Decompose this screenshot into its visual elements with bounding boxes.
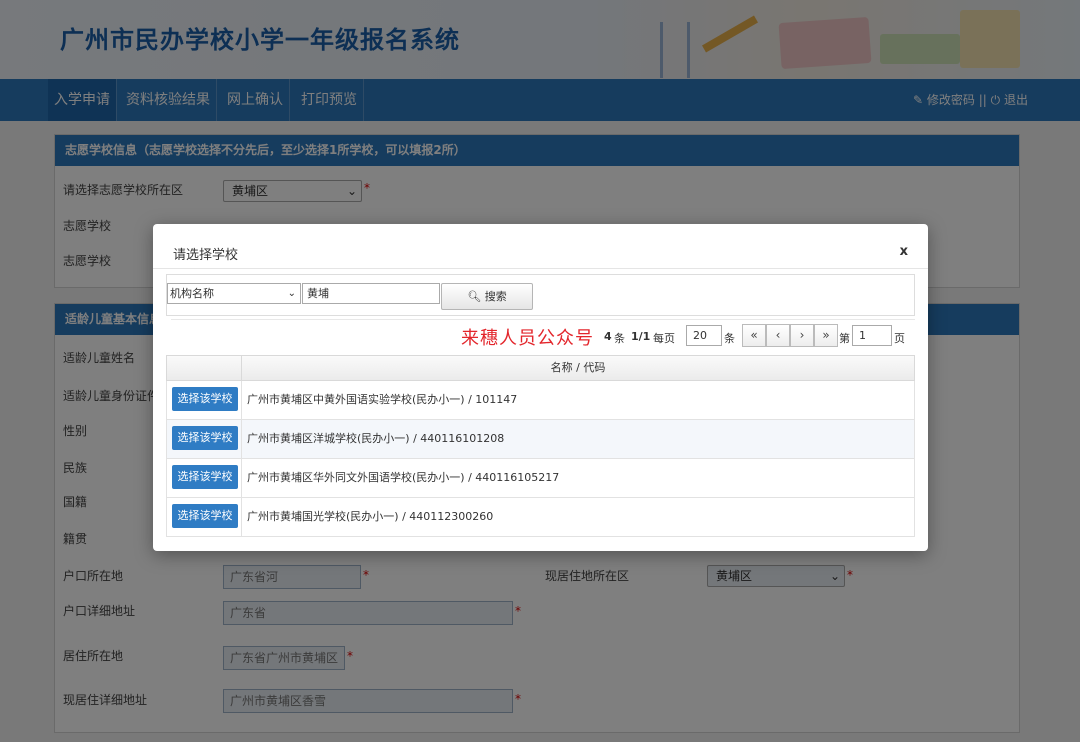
table-header-action: [167, 356, 242, 380]
school-name-code: 广州市黄埔区洋城学校(民办小一) / 440116101208: [247, 432, 505, 445]
chevron-left-icon: ‹: [775, 328, 781, 342]
page-indicator: 1/1: [631, 330, 651, 343]
table-row: 选择该学校 广州市黄埔区洋城学校(民办小一) / 440116101208: [166, 420, 915, 459]
total-count: 4: [604, 330, 612, 343]
search-field-value: 机构名称: [170, 287, 214, 300]
table-row: 选择该学校 广州市黄埔国光学校(民办小一) / 440112300260: [166, 498, 915, 537]
table-cell-action: 选择该学校: [167, 420, 242, 458]
table-header-name-code: 名称 / 代码: [550, 361, 606, 374]
search-keyword-input[interactable]: 黄埔: [302, 283, 440, 304]
search-field-select[interactable]: 机构名称 ⌄: [167, 283, 301, 304]
table-row: 选择该学校 广州市黄埔区华外同文外国语学校(民办小一) / 4401161052…: [166, 459, 915, 498]
pagination-bar: 来穗人员公众号 4 条 1/1 每页 20 条 « ‹ › » 第 1 页: [171, 319, 915, 350]
select-school-button[interactable]: 选择该学校: [172, 504, 238, 528]
dialog-title: 请选择学校: [173, 248, 239, 263]
double-chevron-right-icon: »: [822, 328, 830, 342]
total-unit: 条: [614, 332, 625, 345]
per-page-input[interactable]: 20: [686, 325, 722, 346]
goto-suffix: 页: [894, 332, 905, 345]
next-page-button[interactable]: ›: [790, 324, 814, 347]
select-school-button[interactable]: 选择该学校: [172, 387, 238, 411]
close-icon[interactable]: x: [900, 244, 908, 259]
dialog-divider: [153, 268, 928, 269]
goto-prefix: 第: [839, 332, 850, 345]
school-name-code: 广州市黄埔区中黄外国语实验学校(民办小一) / 101147: [247, 393, 518, 406]
per-page-label: 每页: [653, 332, 675, 345]
table-cell-action: 选择该学校: [167, 498, 242, 536]
table-header: 名称 / 代码: [166, 355, 915, 381]
chevron-down-icon: ⌄: [287, 288, 296, 299]
watermark-text: 来穗人员公众号: [461, 328, 594, 349]
select-school-button[interactable]: 选择该学校: [172, 426, 238, 450]
table-cell-action: 选择该学校: [167, 381, 242, 419]
search-icon: 🔍︎: [467, 290, 482, 303]
chevron-right-icon: ›: [799, 328, 805, 342]
first-page-button[interactable]: «: [742, 324, 766, 347]
school-name-code: 广州市黄埔国光学校(民办小一) / 440112300260: [247, 510, 494, 523]
school-name-code: 广州市黄埔区华外同文外国语学校(民办小一) / 440116105217: [247, 471, 560, 484]
select-school-button[interactable]: 选择该学校: [172, 465, 238, 489]
select-school-dialog: 请选择学校 x 机构名称 ⌄ 黄埔 🔍︎ 搜索 来穗人员公众号 4 条 1/1 …: [153, 224, 928, 551]
table-row: 选择该学校 广州市黄埔区中黄外国语实验学校(民办小一) / 101147: [166, 381, 915, 420]
double-chevron-left-icon: «: [750, 328, 758, 342]
goto-page-input[interactable]: 1: [852, 325, 892, 346]
search-button-label: 搜索: [484, 290, 507, 303]
table-cell-action: 选择该学校: [167, 459, 242, 497]
per-page-unit: 条: [724, 332, 735, 345]
search-button[interactable]: 🔍︎ 搜索: [441, 283, 533, 310]
search-bar: 机构名称 ⌄ 黄埔 🔍︎ 搜索: [166, 274, 915, 316]
prev-page-button[interactable]: ‹: [766, 324, 790, 347]
last-page-button[interactable]: »: [814, 324, 838, 347]
